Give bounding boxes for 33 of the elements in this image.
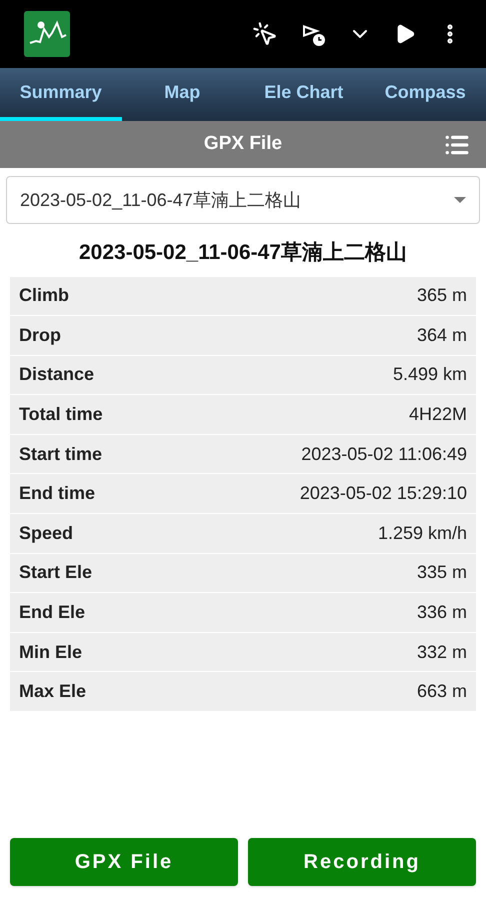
row-value: 1.259 km/h <box>378 522 467 545</box>
row-value: 335 m <box>416 561 467 584</box>
row-label: Speed <box>19 522 74 545</box>
row-value: 5.499 km <box>392 363 467 386</box>
row-value: 332 m <box>416 640 467 664</box>
row-value: 364 m <box>416 324 467 347</box>
row-label: End Ele <box>19 601 86 624</box>
row-value: 2023-05-02 11:06:49 <box>301 442 467 466</box>
row-value: 4H22M <box>408 403 467 426</box>
tab[interactable]: Ele Chart <box>243 68 364 121</box>
row-value: 365 m <box>416 284 467 308</box>
row-label: Start Ele <box>19 561 92 584</box>
row-value: 2023-05-02 15:29:10 <box>300 482 467 506</box>
row-value: 336 m <box>416 601 467 624</box>
row-label: Total time <box>19 403 103 426</box>
action-button[interactable]: Recording <box>248 838 476 886</box>
row-label: Drop <box>19 324 61 347</box>
row-label: Climb <box>19 284 70 308</box>
row-value: 663 m <box>416 680 467 704</box>
row-label: Start time <box>19 442 102 466</box>
tab[interactable]: Map <box>122 68 243 121</box>
track-title: 2023-05-02_11-06-47草湳上二格山 <box>78 240 408 266</box>
row-label: End time <box>19 482 96 506</box>
row-label: Min Ele <box>19 640 82 664</box>
section-title: GPX File <box>204 132 282 156</box>
tab[interactable]: Compass <box>364 68 486 121</box>
row-label: Max Ele <box>19 680 86 704</box>
file-dropdown[interactable]: 2023-05-02_11-06-47草湳上二格山 <box>6 176 480 224</box>
app-logo-icon[interactable] <box>24 11 70 57</box>
pointer-target-icon[interactable] <box>252 21 278 47</box>
row-label: Distance <box>19 363 94 386</box>
action-button[interactable]: GPX File <box>10 838 238 886</box>
caret-icon <box>454 197 466 203</box>
